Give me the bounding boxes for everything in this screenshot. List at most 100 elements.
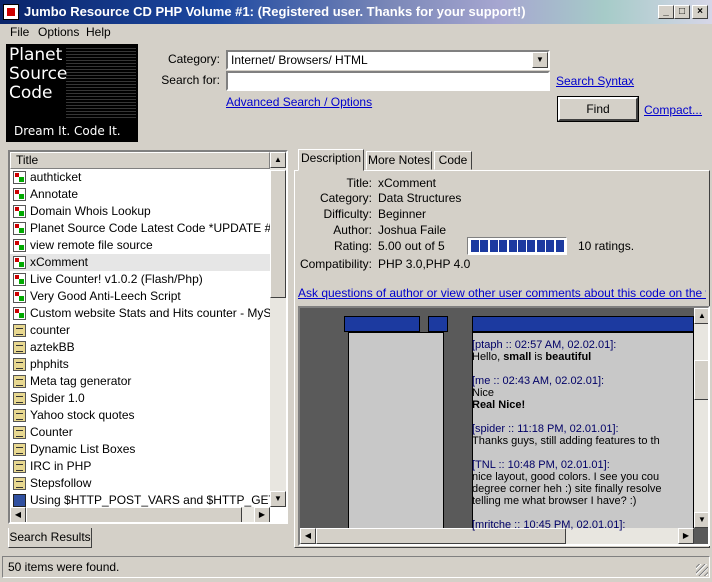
menu-help[interactable]: Help xyxy=(86,25,111,39)
list-item-label: counter xyxy=(30,323,71,337)
rating-segment xyxy=(489,240,498,252)
list-item[interactable]: Very Good Anti-Leech Script xyxy=(10,288,270,305)
list-item[interactable]: Spider 1.0 xyxy=(10,390,270,407)
menu-bar: File Options Help xyxy=(0,24,712,42)
preview-scroll-thumb[interactable] xyxy=(694,360,708,400)
preview-scroll-left-icon[interactable]: ◀ xyxy=(300,528,316,544)
list-item[interactable]: Planet Source Code Latest Code *UPDATE #… xyxy=(10,220,270,237)
advanced-search-link[interactable]: Advanced Search / Options xyxy=(226,95,372,109)
list-item[interactable]: Counter xyxy=(10,424,270,441)
logo-pattern xyxy=(66,48,136,118)
list-item[interactable]: Dynamic List Boxes xyxy=(10,441,270,458)
scroll-right-icon[interactable]: ▶ xyxy=(254,507,270,522)
title-column-label: Title xyxy=(16,153,39,167)
list-item-label: Spider 1.0 xyxy=(30,391,85,405)
logo-line-2: Source xyxy=(9,64,68,84)
list-item[interactable]: counter xyxy=(10,322,270,339)
web-preview[interactable]: ▲ ▼ ◀ ▶ xyxy=(298,306,710,546)
chevron-down-icon[interactable]: ▼ xyxy=(532,52,548,68)
php-icon xyxy=(13,256,26,269)
category-select[interactable]: Internet/ Browsers/ HTML ▼ xyxy=(226,50,550,70)
detail-author-label: Author: xyxy=(333,223,372,237)
list-item-label: Annotate xyxy=(30,187,79,201)
list-item[interactable]: Stepsfollow xyxy=(10,475,270,492)
php-icon xyxy=(13,222,26,235)
scroll-down-icon[interactable]: ▼ xyxy=(270,491,286,507)
rating-bar xyxy=(467,237,567,255)
list-item[interactable]: Yahoo stock quotes xyxy=(10,407,270,424)
minimize-button[interactable]: _ xyxy=(658,5,674,19)
preview-left-column xyxy=(348,332,444,544)
list-item[interactable]: IRC in PHP xyxy=(10,458,270,475)
ask-questions-link[interactable]: Ask questions of author or view other us… xyxy=(298,286,706,300)
script-icon xyxy=(13,426,26,439)
list-item[interactable]: Using $HTTP_POST_VARS and $HTTP_GET_VARS xyxy=(10,492,270,507)
search-syntax-link[interactable]: Search Syntax xyxy=(556,74,634,88)
scroll-left-icon[interactable]: ◀ xyxy=(10,507,26,522)
preview-scroll-down-icon[interactable]: ▼ xyxy=(694,512,708,528)
detail-rating-value: 5.00 out of 5 xyxy=(378,239,445,253)
list-item-label: Stepsfollow xyxy=(30,476,92,490)
list-item[interactable]: xComment xyxy=(10,254,270,271)
title-bar[interactable]: Jumbo Resource CD PHP Volume #1: (Regist… xyxy=(0,0,712,24)
resize-grip-icon[interactable] xyxy=(696,564,708,576)
logo-line-1: Planet xyxy=(9,45,63,65)
list-item[interactable]: Live Counter! v1.0.2 (Flash/Php) xyxy=(10,271,270,288)
detail-category-label: Category: xyxy=(319,191,372,205)
compact-link[interactable]: Compact... xyxy=(644,103,702,117)
list-item[interactable]: Domain Whois Lookup xyxy=(10,203,270,220)
menu-options[interactable]: Options xyxy=(38,25,79,39)
list-item-label: Meta tag generator xyxy=(30,374,132,388)
tab-description[interactable]: Description xyxy=(298,149,364,171)
preview-scroll-up-icon[interactable]: ▲ xyxy=(694,308,708,324)
script-icon xyxy=(13,477,26,490)
title-column-header[interactable]: Title xyxy=(10,152,270,169)
list-vertical-scrollbar[interactable]: ▲ ▼ xyxy=(270,152,286,507)
php-icon xyxy=(13,205,26,218)
preview-horizontal-scrollbar[interactable]: ◀ ▶ xyxy=(300,528,694,544)
rating-segment xyxy=(508,240,517,252)
list-item-label: Dynamic List Boxes xyxy=(30,442,136,456)
close-button[interactable]: × xyxy=(692,5,708,19)
scroll-up-icon[interactable]: ▲ xyxy=(270,152,286,168)
maximize-button[interactable]: □ xyxy=(674,5,690,19)
rating-segment xyxy=(499,240,508,252)
tab-code[interactable]: Code xyxy=(434,151,472,170)
preview-hscroll-thumb[interactable] xyxy=(316,528,566,544)
category-label: Category: xyxy=(167,52,220,66)
script-icon xyxy=(13,392,26,405)
list-item[interactable]: phphits xyxy=(10,356,270,373)
list-item[interactable]: aztekBB xyxy=(10,339,270,356)
php-icon xyxy=(13,188,26,201)
php-icon xyxy=(13,307,26,320)
preview-scroll-right-icon[interactable]: ▶ xyxy=(678,528,694,544)
list-item[interactable]: view remote file source xyxy=(10,237,270,254)
list-item-label: Planet Source Code Latest Code *UPDATE #… xyxy=(30,221,270,235)
script-icon xyxy=(13,375,26,388)
list-item[interactable]: Meta tag generator xyxy=(10,373,270,390)
logo-line-3: Code xyxy=(9,83,53,103)
list-hscroll-thumb[interactable] xyxy=(26,507,242,522)
php-icon xyxy=(13,239,26,252)
php-icon xyxy=(13,290,26,303)
list-horizontal-scrollbar[interactable]: ◀ ▶ xyxy=(10,507,270,522)
detail-title-label: Title: xyxy=(346,176,372,190)
list-item-label: xComment xyxy=(30,255,89,269)
results-list[interactable]: Title authticket Annotate Domain Whois Loo… xyxy=(8,150,288,524)
list-item-label: Custom website Stats and Hits counter - … xyxy=(30,306,270,320)
detail-category-value: Data Structures xyxy=(378,191,462,205)
tab-more-notes[interactable]: More Notes xyxy=(366,151,432,170)
list-scroll-thumb[interactable] xyxy=(270,170,286,298)
script-icon xyxy=(13,409,26,422)
list-item[interactable]: Annotate xyxy=(10,186,270,203)
find-button[interactable]: Find xyxy=(557,96,639,122)
menu-file[interactable]: File xyxy=(10,25,29,39)
preview-frame-header-left xyxy=(344,316,420,332)
search-input[interactable] xyxy=(226,71,550,91)
search-results-tab[interactable]: Search Results xyxy=(8,528,92,548)
preview-vertical-scrollbar[interactable]: ▲ ▼ xyxy=(694,308,708,528)
list-item[interactable]: Custom website Stats and Hits counter - … xyxy=(10,305,270,322)
rating-segment xyxy=(536,240,545,252)
script-icon xyxy=(13,324,26,337)
list-item[interactable]: authticket xyxy=(10,169,270,186)
